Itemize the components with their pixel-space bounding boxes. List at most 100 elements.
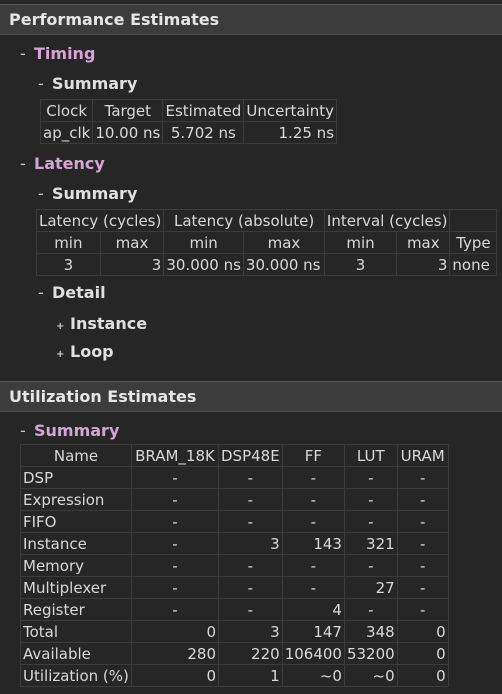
table-cell: - <box>396 466 449 489</box>
table-cell: - <box>343 466 398 489</box>
column-header: Estimated <box>162 99 245 122</box>
table-cell: 0 <box>396 664 449 687</box>
latency-detail-node[interactable]: - Detail <box>38 283 106 302</box>
row-label: Utilization (%) <box>20 664 132 687</box>
detail-instance-node[interactable]: + Instance <box>56 314 147 333</box>
table-cell: - <box>396 532 449 555</box>
latency-summary-table: Latency (cycles) Latency (absolute) Inte… <box>35 209 498 276</box>
table-cell: ap_clk <box>39 121 94 144</box>
table-cell: - <box>396 488 449 511</box>
table-cell: - <box>131 576 219 599</box>
table-cell: - <box>281 488 345 511</box>
latency-summary-label: Summary <box>52 184 138 203</box>
timing-summary-label: Summary <box>52 74 138 93</box>
latency-label: Latency <box>34 154 105 173</box>
row-label: Expression <box>20 488 132 511</box>
table-row: Multiplexer - - -27- <box>20 576 449 599</box>
column-group-header: Latency (cycles) <box>35 209 165 232</box>
table-cell: - <box>131 554 219 577</box>
table-cell: - <box>281 554 345 577</box>
expand-icon[interactable]: + <box>56 321 70 332</box>
table-cell: 147 <box>281 620 345 643</box>
table-row: 3 3 30.000 ns 30.000 ns 3 3 none <box>36 253 498 276</box>
timing-summary-table: Clock Target Estimated Uncertainty ap_cl… <box>39 99 338 144</box>
utilization-summary-section[interactable]: - Summary <box>20 421 119 440</box>
collapse-icon[interactable]: - <box>38 283 52 302</box>
table-cell: 280 <box>131 642 219 665</box>
table-cell: - <box>396 598 449 621</box>
column-group-header: Interval (cycles) <box>323 209 451 232</box>
table-header-row: Name BRAM_18K DSP48E FF LUT URAM <box>20 444 449 467</box>
row-label: Total <box>20 620 132 643</box>
table-cell: 143 <box>281 532 345 555</box>
table-header-row: min max min max min max Type <box>36 231 498 254</box>
table-cell <box>449 209 498 232</box>
table-cell: - <box>131 598 219 621</box>
row-label: DSP <box>20 466 132 489</box>
performance-estimates-header: Performance Estimates <box>0 4 502 35</box>
column-header: BRAM_18K <box>131 444 219 467</box>
column-header: Type <box>449 231 498 254</box>
table-row: Memory - - - - - <box>20 554 449 577</box>
table-cell: - <box>343 598 398 621</box>
table-row: Available 280 220 106400 53200 0 <box>20 642 449 665</box>
table-cell: - <box>281 510 345 533</box>
table-cell: 1.25 ns <box>243 121 338 144</box>
collapse-icon[interactable]: - <box>20 154 34 173</box>
column-header: Clock <box>39 99 94 122</box>
row-label: Instance <box>20 532 132 555</box>
table-cell: - <box>343 554 398 577</box>
row-label: Multiplexer <box>20 576 132 599</box>
table-cell: 0 <box>396 642 449 665</box>
detail-loop-node[interactable]: + Loop <box>56 342 114 361</box>
column-header: LUT <box>343 444 398 467</box>
column-header: min <box>163 231 244 254</box>
collapse-icon[interactable]: - <box>38 184 52 203</box>
table-cell: 3 <box>36 253 101 276</box>
table-cell: - <box>281 576 345 599</box>
column-header: FF <box>281 444 345 467</box>
column-header: max <box>242 231 325 254</box>
table-cell: - <box>218 554 283 577</box>
timing-section[interactable]: - Timing <box>20 44 95 63</box>
table-row: Instance -3 143 321- <box>20 532 449 555</box>
table-cell: 4 <box>281 598 345 621</box>
collapse-icon[interactable]: - <box>38 74 52 93</box>
table-cell: 30.000 ns <box>242 253 325 276</box>
table-group-header-row: Latency (cycles) Latency (absolute) Inte… <box>35 209 498 232</box>
instance-label: Instance <box>70 314 148 333</box>
collapse-icon[interactable]: - <box>20 421 34 440</box>
row-label: Memory <box>20 554 132 577</box>
table-cell: 3 <box>218 532 283 555</box>
table-cell: - <box>218 488 283 511</box>
collapse-icon[interactable]: - <box>20 44 34 63</box>
table-cell: 1 <box>218 664 283 687</box>
table-cell: - <box>131 466 219 489</box>
table-row: FIFO - - - - - <box>20 510 449 533</box>
column-header: min <box>323 231 398 254</box>
table-cell: 220 <box>218 642 283 665</box>
latency-section[interactable]: - Latency <box>20 154 105 173</box>
table-row: Total 0 3 147 348 0 <box>20 620 449 643</box>
table-cell: - <box>396 554 449 577</box>
column-header: max <box>99 231 165 254</box>
table-cell: 30.000 ns <box>163 253 244 276</box>
loop-label: Loop <box>70 342 114 361</box>
expand-icon[interactable]: + <box>56 349 70 360</box>
timing-summary-node[interactable]: - Summary <box>38 74 137 93</box>
column-header: min <box>36 231 101 254</box>
column-group-header: Latency (absolute) <box>163 209 325 232</box>
table-cell: 27 <box>343 576 398 599</box>
table-cell: 348 <box>343 620 398 643</box>
latency-summary-node[interactable]: - Summary <box>38 184 137 203</box>
table-cell: - <box>281 466 345 489</box>
table-cell: 10.00 ns <box>92 121 164 144</box>
table-cell: - <box>343 488 398 511</box>
table-cell: - <box>218 576 283 599</box>
table-cell: 3 <box>396 253 451 276</box>
utilization-estimates-header: Utilization Estimates <box>0 381 502 412</box>
table-cell: ~0 <box>281 664 345 687</box>
timing-label: Timing <box>34 44 96 63</box>
column-header: Name <box>20 444 132 467</box>
table-cell: - <box>218 598 283 621</box>
